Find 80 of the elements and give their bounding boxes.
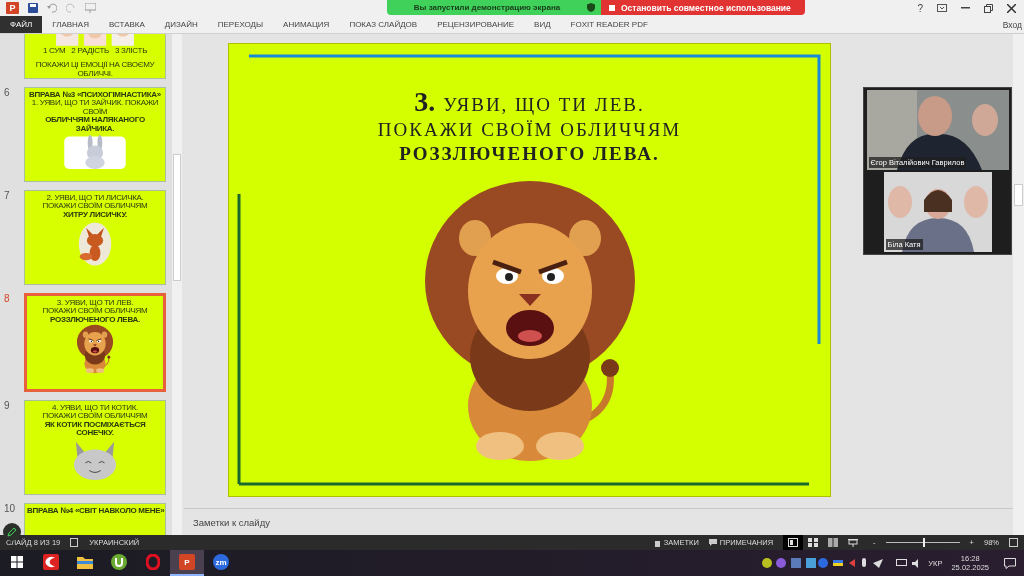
thumbnail-text: ПОКАЖИ СВОЇМ ОБЛИЧЧЯМ	[42, 412, 148, 421]
slide-thumbnail[interactable]: ВПРАВА №4 «СВІТ НАВКОЛО МЕНЕ»	[24, 503, 166, 535]
exercise-number: 3.	[414, 86, 436, 118]
ribbon-tab[interactable]: ДИЗАЙН	[154, 16, 208, 33]
slide-number: 7	[4, 190, 10, 201]
notes-placeholder[interactable]: Заметки к слайду	[193, 516, 270, 528]
slide-title-line: УЯВИ, ЩО ТИ ЛЕВ.	[443, 93, 645, 117]
taskbar-button[interactable]: P	[170, 550, 204, 576]
ribbon-display-icon[interactable]	[937, 4, 947, 12]
thumbnail-text: РОЗЗЛЮЧЕНОГО ЛЕВА.	[50, 315, 140, 325]
slide-title-line: РОЗЗЛЮЧЕНОГО ЛЕВА.	[399, 142, 660, 166]
torrent-icon[interactable]	[111, 554, 127, 570]
windows-icon[interactable]	[11, 556, 23, 568]
slide-number: 10	[4, 503, 16, 514]
stop-icon	[609, 4, 615, 11]
network-icon[interactable]	[896, 558, 908, 568]
view-button[interactable]	[783, 535, 804, 550]
comment-icon	[708, 539, 717, 546]
slide-thumbnail[interactable]: 3. УЯВИ, ЩО ТИ ЛЕВ. ПОКАЖИ СВОЇМ ОБЛИЧЧЯМ РОЗЗЛЮЧЕНОГО ЛЕВА.	[24, 293, 166, 392]
scrollbar[interactable]	[1013, 34, 1024, 535]
thumbnail-caption: 3 ЗЛІСТЬ	[115, 46, 148, 56]
thumbnail-text: 4. УЯВИ, ЩО ТИ КОТИК.	[52, 404, 138, 412]
ribbon-tab[interactable]: ВИД	[524, 16, 561, 33]
help-button[interactable]: ?	[917, 2, 923, 14]
fit-slide-icon[interactable]	[1009, 538, 1018, 547]
notes-icon	[653, 538, 661, 547]
thumbnail-text: ЯК КОТИК ПОСМІХАЄТЬСЯ СОНЕЧКУ.	[43, 420, 147, 438]
save-icon[interactable]	[28, 3, 38, 13]
ribbon-tab[interactable]: ВСТАВКА	[98, 16, 155, 33]
ribbon-tab[interactable]: ФАЙЛ	[0, 16, 43, 33]
crescent-icon[interactable]	[43, 554, 59, 570]
shield-icon	[587, 3, 595, 12]
thumbnail-caption: 1 СУМ	[42, 46, 66, 56]
book-icon	[828, 538, 839, 547]
ribbon-tab[interactable]: РЕЦЕНЗИРОВАНИЕ	[427, 16, 525, 33]
folder-icon[interactable]	[77, 555, 93, 569]
ring-icon[interactable]	[146, 554, 160, 570]
lion-drawing	[75, 324, 115, 375]
powerpoint-icon[interactable]: P	[179, 554, 195, 570]
ribbon-tab[interactable]: ПЕРЕХОДЫ	[207, 16, 274, 33]
normal-view-icon	[788, 538, 799, 547]
projector-icon	[848, 538, 859, 547]
thumbnail-text: ПОКАЖИ ЦІ ЕМОЦІЇ НА СВОЄМУ ОБЛИЧЧІ.	[34, 61, 156, 78]
slide-thumbnail[interactable]: ВПРАВА №3 «ПСИХОГІМНАСТИКА» 1. УЯВИ, ЩО ТИ ЗАЙЧИК. ПОКАЖИ СВОЇМ ОБЛИЧЧЯМ НАЛЯКАНОГО ЗАЙЧИКА.	[24, 87, 166, 182]
restore-icon[interactable]	[984, 3, 993, 13]
grid-icon	[808, 538, 819, 547]
slide-thumbnail[interactable]: 2. УЯВИ, ЩО ТИ ЛИСИЧКА. ПОКАЖИ СВОЇМ ОБЛИЧЧЯМ ХИТРУ ЛИСИЧКУ.	[24, 190, 166, 285]
slide-thumbnail[interactable]: 1 СУМ 2 РАДІСТЬ 3 ЗЛІСТЬ ПОКАЖИ ЦІ ЕМОЦІЇ НА СВОЄМУ ОБЛИЧЧІ.	[24, 34, 166, 79]
notification-icon[interactable]	[1004, 557, 1016, 569]
slide-number: 8	[4, 293, 10, 304]
thumbnail-heading: ВПРАВА №3 «ПСИХОГІМНАСТИКА»	[29, 91, 161, 99]
minimize-icon[interactable]	[961, 7, 970, 9]
thumbnail-text: 2. УЯВИ, ЩО ТИ ЛИСИЧКА.	[46, 194, 144, 202]
bunny-drawing	[64, 134, 126, 169]
slide-title-line: ПОКАЖИ СВОЇМ ОБЛИЧЧЯМ	[377, 118, 682, 142]
thumbnail-text: ПОКАЖИ СВОЇМ ОБЛИЧЧЯМ	[42, 202, 148, 211]
taskbar-button[interactable]: zm	[204, 550, 238, 576]
thumbnail-text: ПОКАЖИ СВОЇМ ОБЛИЧЧЯМ	[42, 307, 148, 316]
ribbon-tab[interactable]: ПОКАЗ СЛАЙДОВ	[339, 16, 428, 33]
thumbnail-text: 1. УЯВИ, ЩО ТИ ЗАЙЧИК. ПОКАЖИ СВОЇМ	[30, 99, 159, 117]
powerpoint-icon: P	[6, 2, 19, 14]
close-icon[interactable]	[1007, 3, 1016, 13]
spellcheck-icon[interactable]	[70, 538, 80, 547]
thumbnail-text: ХИТРУ ЛИСИЧКУ.	[63, 210, 127, 220]
ribbon-tab[interactable]: FOXIT READER PDF	[560, 16, 658, 33]
zoom-icon[interactable]: zm	[213, 554, 229, 570]
sign-in-link[interactable]: Вход	[1002, 19, 1022, 30]
ribbon-tab[interactable]: АНИМАЦИЯ	[273, 16, 340, 33]
thumbnail-text: ОБЛИЧЧЯМ НАЛЯКАНОГО ЗАЙЧИКА.	[44, 116, 146, 133]
slide-number: 6	[4, 87, 10, 98]
slide-number: 9	[4, 400, 10, 411]
thumbnail-caption: 2 РАДІСТЬ	[71, 46, 109, 56]
ribbon-tab[interactable]: ГЛАВНАЯ	[42, 16, 99, 33]
screen-share-notice: Вы запустили демонстрацию экрана	[387, 0, 587, 15]
stop-sharing-button[interactable]: Остановить совместное использование	[601, 0, 805, 15]
thumbnail-heading: ВПРАВА №4 «СВІТ НАВКОЛО МЕНЕ»	[27, 507, 163, 516]
slide-thumbnail[interactable]: 4. УЯВИ, ЩО ТИ КОТИК. ПОКАЖИ СВОЇМ ОБЛИЧЧЯМ ЯК КОТИК ПОСМІХАЄТЬСЯ СОНЕЧКУ.	[24, 400, 166, 495]
scrollbar[interactable]	[172, 34, 182, 535]
thumbnail-text: 3. УЯВИ, ЩО ТИ ЛЕВ.	[56, 299, 134, 307]
pen-icon	[7, 527, 17, 537]
